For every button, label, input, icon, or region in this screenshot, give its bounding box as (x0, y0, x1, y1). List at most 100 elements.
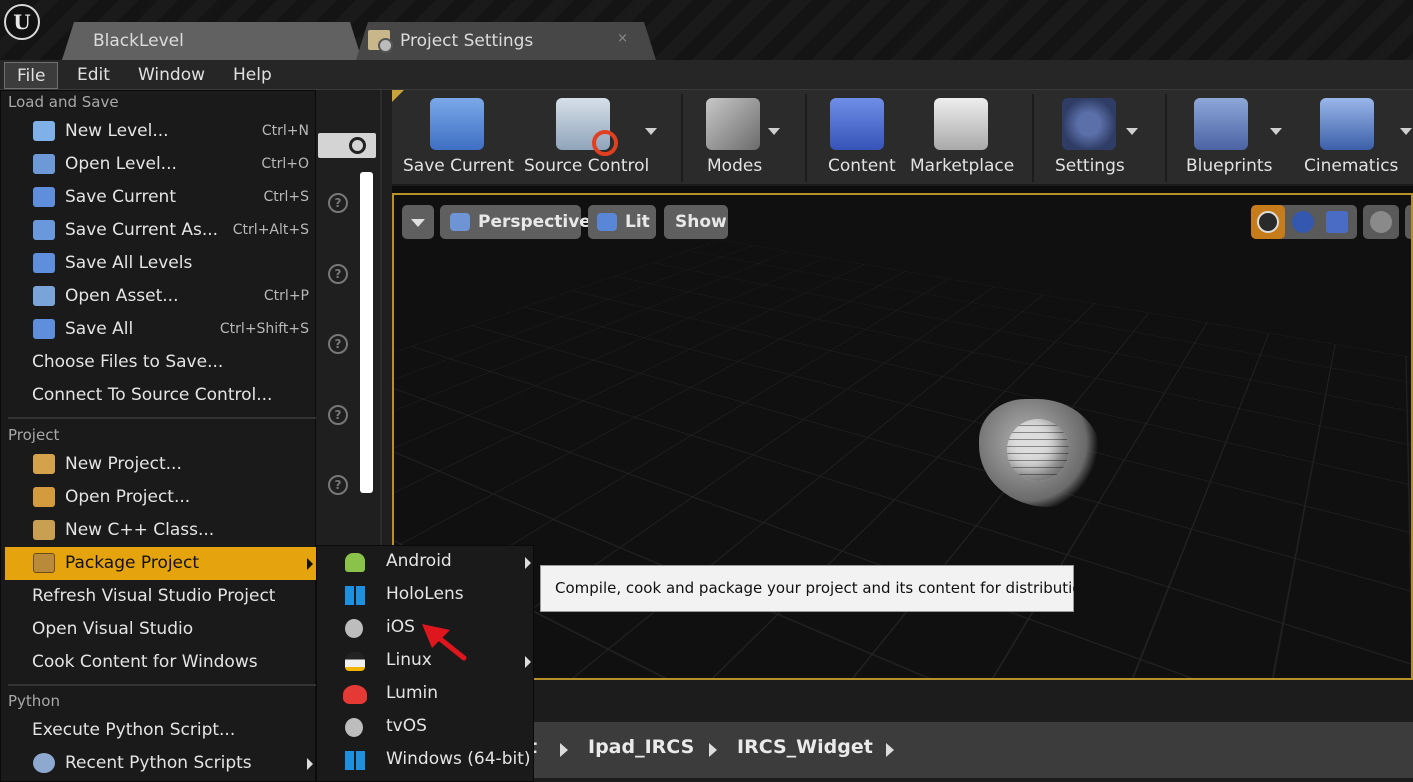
chevron-down-icon[interactable] (645, 128, 657, 135)
chevron-right-icon[interactable] (560, 743, 568, 757)
breadcrumb (392, 722, 1413, 778)
menu-item-new-level[interactable]: New Level... Ctrl+N (5, 115, 317, 148)
tvos-icon (345, 718, 363, 737)
menu-item-new-project[interactable]: New Project... (5, 448, 317, 481)
submenu-item-hololens[interactable]: HoloLens (317, 579, 535, 612)
menu-item-recent-python-scripts[interactable]: Recent Python Scripts (5, 747, 317, 780)
toolbar-label: Cinematics (1304, 156, 1399, 176)
help-icon[interactable]: ? (328, 334, 348, 354)
close-icon[interactable]: × (617, 31, 628, 46)
submenu-item-android[interactable]: Android (317, 546, 535, 579)
world-local-toggle[interactable] (1363, 205, 1399, 239)
menu-item-label: Open Level... (65, 154, 177, 174)
menu-item-open-visual-studio[interactable]: Open Visual Studio (5, 613, 317, 646)
menu-bar: File Edit Window Help (0, 60, 1413, 90)
show-label: Show (675, 212, 727, 232)
section-header: Load and Save (8, 93, 119, 111)
save-all-icon (33, 319, 55, 339)
tab-blacklevel[interactable]: BlackLevel (62, 22, 362, 60)
menu-item-connect-source-control[interactable]: Connect To Source Control... (5, 379, 317, 412)
show-button[interactable]: Show (664, 205, 728, 239)
menu-help[interactable]: Help (221, 62, 284, 89)
menu-item-save-current-as[interactable]: Save Current As... Ctrl+Alt+S (5, 214, 317, 247)
recent-scripts-icon (33, 753, 55, 773)
cinematics-button[interactable]: Cinematics (1298, 90, 1412, 186)
package-project-tooltip: Compile, cook and package your project a… (540, 565, 1096, 612)
chevron-down-icon[interactable] (768, 128, 780, 135)
menu-item-refresh-visual-studio[interactable]: Refresh Visual Studio Project (5, 580, 317, 613)
menu-item-execute-python-script[interactable]: Execute Python Script... (5, 714, 317, 747)
menu-item-new-cpp-class[interactable]: New C++ Class... (5, 514, 317, 547)
chevron-down-icon[interactable] (1400, 128, 1412, 135)
tab-label: BlackLevel (93, 31, 184, 51)
chevron-right-icon[interactable] (709, 743, 717, 757)
tab-project-settings[interactable]: Project Settings × (356, 22, 656, 60)
transform-tools (1251, 205, 1357, 239)
menu-file[interactable]: File (4, 62, 59, 89)
submenu-item-windows-64[interactable]: Windows (64-bit) (317, 744, 535, 777)
translate-icon[interactable] (1257, 211, 1279, 233)
menu-item-save-all-levels[interactable]: Save All Levels (5, 247, 317, 280)
scrollbar[interactable] (360, 172, 373, 493)
shortcut-text: Ctrl+S (263, 189, 309, 205)
save-current-button[interactable]: Save Current (400, 90, 514, 186)
menu-item-cook-content[interactable]: Cook Content for Windows (5, 646, 317, 679)
content-button[interactable]: Content (816, 90, 902, 186)
menu-item-label: Open Project... (65, 487, 191, 507)
menu-window[interactable]: Window (126, 62, 217, 89)
snap-tools[interactable] (1405, 205, 1411, 239)
menu-item-label: Connect To Source Control... (32, 385, 273, 405)
menu-item-open-project[interactable]: Open Project... (5, 481, 317, 514)
marketplace-button[interactable]: Marketplace (906, 90, 1016, 186)
blueprints-icon (1194, 98, 1248, 150)
help-icon[interactable]: ? (328, 405, 348, 425)
submenu-item-lumin[interactable]: Lumin (317, 678, 535, 711)
blueprints-button[interactable]: Blueprints (1176, 90, 1286, 186)
lit-icon (597, 213, 617, 231)
settings-button[interactable]: Settings (1044, 90, 1154, 186)
submenu-item-tvos[interactable]: tvOS (317, 711, 535, 744)
chevron-down-icon[interactable] (1126, 128, 1138, 135)
chevron-down-icon[interactable] (1270, 128, 1282, 135)
menu-edit[interactable]: Edit (65, 62, 122, 89)
menu-divider (8, 417, 316, 419)
cinematics-icon (1320, 98, 1374, 150)
chevron-right-icon[interactable] (886, 743, 894, 757)
unreal-logo-icon[interactable]: U (4, 4, 40, 40)
menu-item-save-all[interactable]: Save All Ctrl+Shift+S (5, 313, 317, 346)
menu-item-label: Refresh Visual Studio Project (32, 586, 276, 606)
menu-item-open-level[interactable]: Open Level... Ctrl+O (5, 148, 317, 181)
linux-icon (345, 652, 365, 671)
shortcut-text: Ctrl+P (263, 288, 309, 304)
submenu-item-label: iOS (386, 617, 415, 637)
toolbar-label: Save Current (403, 156, 514, 176)
menu-item-package-project[interactable]: Package Project (5, 547, 317, 580)
menu-item-choose-files-to-save[interactable]: Choose Files to Save... (5, 346, 317, 379)
help-icon[interactable]: ? (328, 264, 348, 284)
rotate-icon[interactable] (1292, 211, 1314, 233)
package-icon (33, 553, 55, 573)
source-control-button[interactable]: Source Control (520, 90, 660, 186)
breadcrumb-item[interactable]: IRCS_Widget (737, 736, 873, 758)
menu-item-save-current[interactable]: Save Current Ctrl+S (5, 181, 317, 214)
save-icon (430, 98, 484, 150)
mesh-sphere (1007, 419, 1069, 481)
modes-icon (706, 98, 760, 150)
viewport-options-dropdown[interactable] (402, 205, 434, 239)
project-settings-icon (368, 30, 390, 50)
menu-item-label: Save Current (65, 187, 176, 207)
tab-label: Project Settings (400, 31, 534, 51)
apple-icon (345, 619, 363, 638)
scale-icon[interactable] (1326, 211, 1348, 233)
help-icon[interactable]: ? (328, 193, 348, 213)
lit-button[interactable]: Lit (588, 205, 656, 239)
breadcrumb-item[interactable]: Ipad_IRCS (588, 736, 694, 758)
help-icon[interactable]: ? (328, 475, 348, 495)
mesh-object[interactable] (979, 395, 1101, 510)
perspective-label: Perspective (478, 212, 591, 232)
menu-item-open-asset[interactable]: Open Asset... Ctrl+P (5, 280, 317, 313)
search-input[interactable] (318, 133, 376, 158)
modes-button[interactable]: Modes (692, 90, 792, 186)
menu-item-label: New C++ Class... (65, 520, 215, 540)
perspective-button[interactable]: Perspective (440, 205, 591, 239)
